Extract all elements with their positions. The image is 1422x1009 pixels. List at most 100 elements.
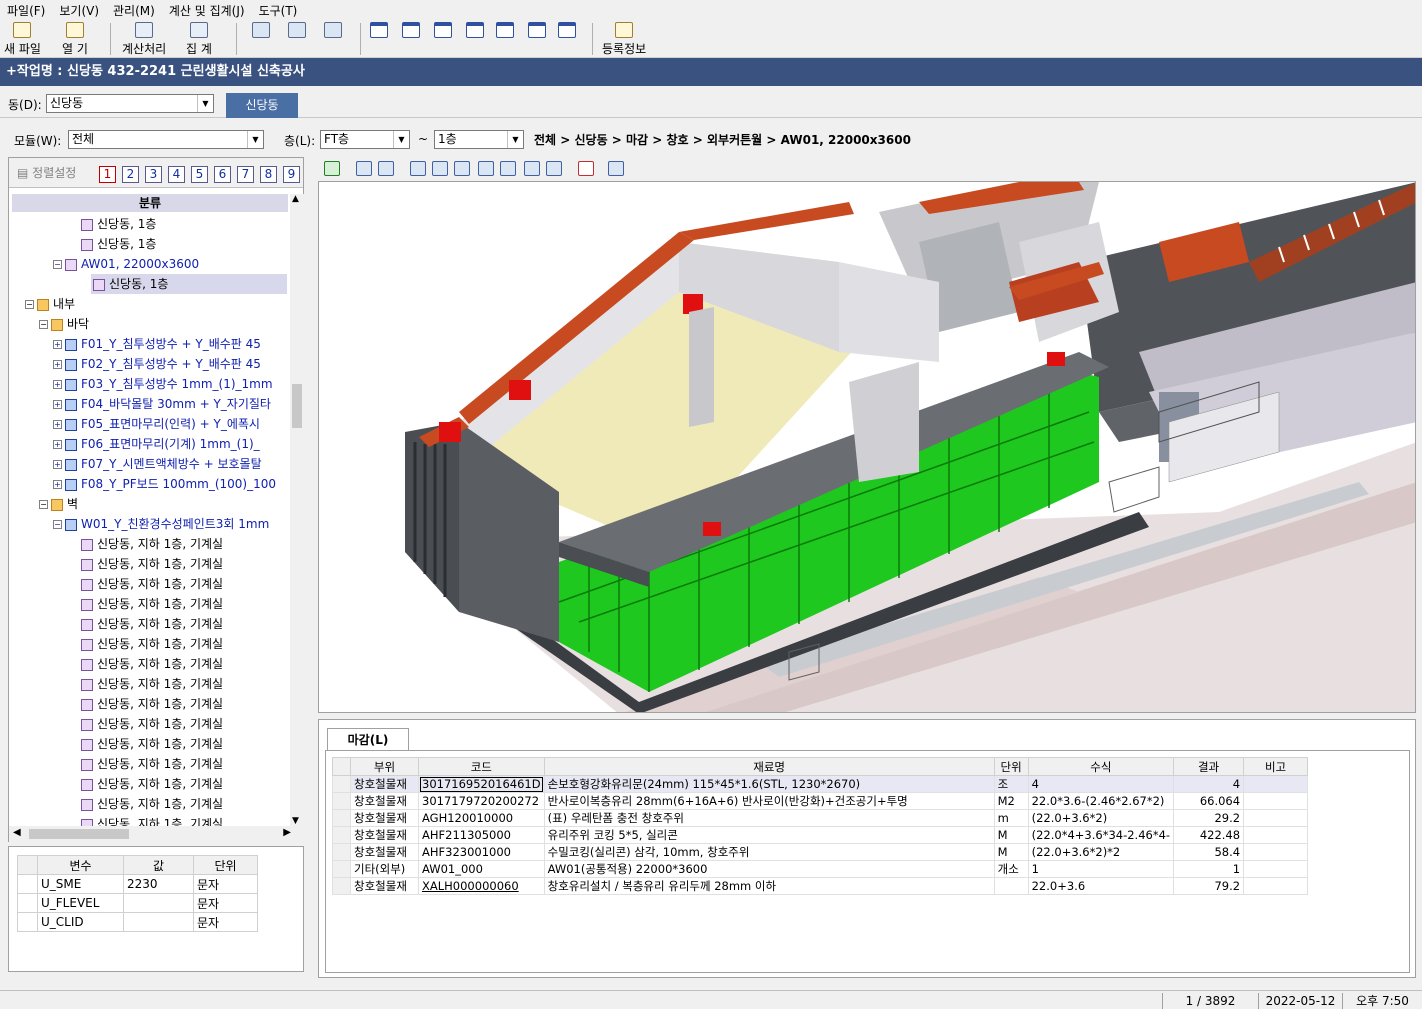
tree-item[interactable]: + F01_Y_침투성방수 + Y_배수판 45: [53, 334, 261, 354]
cell-formula[interactable]: 1: [1027, 860, 1175, 878]
cell-note[interactable]: [1243, 809, 1309, 827]
calc-button[interactable]: 계산처리: [122, 22, 166, 57]
sort-level-8-button[interactable]: 8: [260, 166, 277, 183]
tree-item[interactable]: − 벽: [39, 494, 78, 514]
list-icon[interactable]: [578, 161, 594, 176]
select-view-icon[interactable]: [378, 161, 394, 176]
window-1-button[interactable]: [370, 22, 388, 40]
cube-iso-icon[interactable]: [524, 161, 540, 176]
tree-hscrollbar[interactable]: ◀ ▶: [9, 826, 305, 842]
collapse-icon[interactable]: −: [39, 500, 48, 509]
cell-unit[interactable]: m: [993, 809, 1029, 827]
add-view-icon[interactable]: [324, 161, 340, 176]
cell-part[interactable]: 창호철물재: [350, 843, 419, 861]
cell-part[interactable]: 창호철물재: [350, 792, 419, 810]
cell-part[interactable]: 창호철물재: [350, 775, 419, 793]
collapse-icon[interactable]: −: [25, 300, 34, 309]
export-button[interactable]: [324, 22, 342, 40]
cell-result[interactable]: 66.064: [1173, 792, 1245, 810]
tree-item[interactable]: 신당동, 지하 1층, 기계실: [81, 794, 223, 814]
sort-level-6-button[interactable]: 6: [214, 166, 231, 183]
sum-button[interactable]: 집 계: [186, 22, 212, 57]
collapse-icon[interactable]: −: [39, 320, 48, 329]
expand-icon[interactable]: +: [53, 400, 62, 409]
preview-button[interactable]: [288, 22, 306, 40]
tree-item[interactable]: − 내부: [25, 294, 75, 314]
table-row[interactable]: 창호철물재 AGH120010000 (표) 우레탄폼 충전 창호주위 m (22.0+…: [332, 809, 1309, 827]
col-header[interactable]: 코드: [418, 757, 545, 776]
tree-item[interactable]: 신당동, 지하 1층, 기계실: [81, 594, 223, 614]
tree-item[interactable]: 신당동, 지하 1층, 기계실: [81, 674, 223, 694]
cell-part[interactable]: 창호철물재: [350, 877, 419, 895]
table-row[interactable]: 창호철물재 XALH000000060 창호유리설치 / 복층유리 유리두께 28m…: [332, 877, 1309, 895]
tree-item[interactable]: + F08_Y_PF보드 100mm_(100)_100: [53, 474, 276, 494]
table-row[interactable]: 창호철물재 301716952016461D 손보호형강화유리문(24mm) 115…: [332, 775, 1309, 793]
cell-formula[interactable]: 22.0+3.6: [1027, 877, 1175, 895]
cell-part[interactable]: 창호철물재: [350, 826, 419, 844]
tree-item[interactable]: 신당동, 지하 1층, 기계실: [81, 814, 223, 826]
cell-material[interactable]: AW01(공통적용) 22000*3600: [543, 860, 995, 878]
tab-dong[interactable]: 신당동: [226, 93, 298, 118]
tree-item[interactable]: 신당동, 지하 1층, 기계실: [81, 774, 223, 794]
table-row[interactable]: 기타(외부) AW01_000 AW01(공통적용) 22000*3600 개소 1 1: [332, 860, 1309, 878]
cell-code[interactable]: AHF323001000: [418, 843, 545, 861]
table-row[interactable]: U_SME 2230 문자: [17, 874, 258, 894]
cell-result[interactable]: 422.48: [1173, 826, 1245, 844]
tree-item[interactable]: 신당동, 지하 1층, 기계실: [81, 734, 223, 754]
sort-level-5-button[interactable]: 5: [191, 166, 208, 183]
menu-tools[interactable]: 도구(T): [252, 2, 305, 19]
cell-unit[interactable]: 개소: [993, 860, 1029, 878]
sort-level-9-button[interactable]: 9: [283, 166, 300, 183]
cube-top-icon[interactable]: [454, 161, 470, 176]
cell-part[interactable]: 기타(외부): [350, 860, 419, 878]
cell-formula[interactable]: (22.0+3.6*2): [1027, 809, 1175, 827]
tree-item[interactable]: + F04_바닥몰탈 30mm + Y_자기질타: [53, 394, 271, 414]
sort-level-1-button[interactable]: 1: [99, 166, 116, 183]
cube-right-icon[interactable]: [432, 161, 448, 176]
tree-item[interactable]: 신당동, 지하 1층, 기계실: [81, 754, 223, 774]
tree-item[interactable]: + F06_표면마무리(기계) 1mm_(1)_: [53, 434, 260, 454]
tree-item[interactable]: − AW01, 22000x3600: [53, 254, 199, 274]
cell-unit[interactable]: M: [993, 826, 1029, 844]
window-4-button[interactable]: [466, 22, 484, 40]
tab-finish[interactable]: 마감(L): [327, 728, 409, 750]
tree-item[interactable]: + F07_Y_시멘트액체방수 + 보호몰탈: [53, 454, 262, 474]
new-file-button[interactable]: 새 파일: [4, 22, 41, 57]
col-header[interactable]: 결과: [1173, 757, 1245, 776]
cell-result[interactable]: 4: [1173, 775, 1245, 793]
module-select[interactable]: 전체 ▼: [68, 130, 264, 149]
tree-item[interactable]: 신당동, 지하 1층, 기계실: [81, 654, 223, 674]
table-row[interactable]: 창호철물재 AHF211305000 유리주위 코킹 5*5, 실리콘 M (22.0*…: [332, 826, 1309, 844]
cell-note[interactable]: [1243, 826, 1309, 844]
sort-level-4-button[interactable]: 4: [168, 166, 185, 183]
cell-result[interactable]: 79.2: [1173, 877, 1245, 895]
tree-item[interactable]: 신당동, 지하 1층, 기계실: [81, 574, 223, 594]
3d-viewport[interactable]: [318, 181, 1416, 713]
menu-file[interactable]: 파일(F): [0, 2, 52, 19]
table-row[interactable]: U_CLID 문자: [17, 912, 258, 932]
sort-level-7-button[interactable]: 7: [237, 166, 254, 183]
cell-result[interactable]: 29.2: [1173, 809, 1245, 827]
shade-icon[interactable]: [608, 161, 624, 176]
tree-item[interactable]: 신당동, 지하 1층, 기계실: [81, 694, 223, 714]
cell-result[interactable]: 1: [1173, 860, 1245, 878]
col-header[interactable]: 부위: [350, 757, 419, 776]
cell-code[interactable]: XALH000000060: [418, 877, 545, 895]
cube-left-icon[interactable]: [478, 161, 494, 176]
cube-front-icon[interactable]: [410, 161, 426, 176]
window-7-button[interactable]: [558, 22, 576, 40]
expand-icon[interactable]: +: [53, 340, 62, 349]
cell-note[interactable]: [1243, 877, 1309, 895]
window-2-button[interactable]: [402, 22, 420, 40]
expand-icon[interactable]: +: [53, 380, 62, 389]
scroll-thumb[interactable]: [29, 829, 129, 839]
cell-unit[interactable]: 조: [993, 775, 1029, 793]
cell-material[interactable]: 창호유리설치 / 복층유리 유리두께 28mm 이하: [543, 877, 995, 895]
cell-unit[interactable]: M: [993, 843, 1029, 861]
cell-material[interactable]: 반사로이복층유리 28mm(6+16A+6) 반사로이(반강화)+건조공기+투명: [543, 792, 995, 810]
tree-item[interactable]: 신당동, 지하 1층, 기계실: [81, 614, 223, 634]
cell-unit[interactable]: [993, 877, 1029, 895]
tree-item[interactable]: − 바닥: [39, 314, 89, 334]
floor-from-select[interactable]: FT층 ▼: [320, 130, 410, 149]
cell-code[interactable]: AHF211305000: [418, 826, 545, 844]
